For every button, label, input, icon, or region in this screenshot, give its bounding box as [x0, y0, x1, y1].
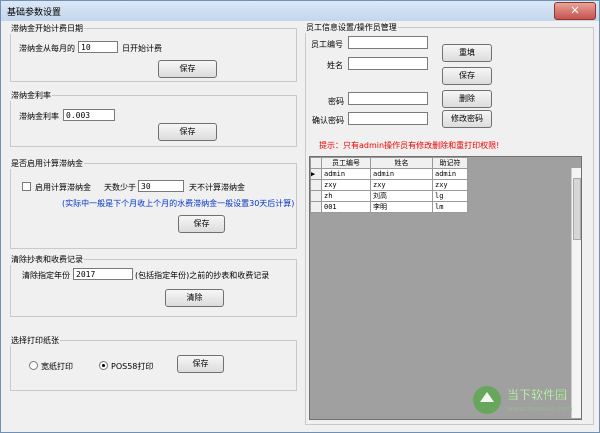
table-row[interactable]: ▶ admin admin admin [310, 168, 468, 180]
enable-checkbox[interactable] [22, 182, 31, 191]
row-indicator [310, 179, 322, 191]
cell-mnemonic[interactable]: zxy [432, 179, 468, 191]
cell-name[interactable]: 李明 [370, 201, 433, 213]
enable-checkbox-label: 启用计算滞纳金 [35, 183, 91, 192]
enable-group: 是否启用计算滞纳金 启用计算滞纳金 天数少于 30 天不计算滞纳金 (实际中一般… [10, 158, 297, 249]
column-header-name[interactable]: 姓名 [370, 157, 433, 169]
cell-mnemonic[interactable]: admin [432, 168, 468, 180]
staff-group-title: 员工信息设置/操作员管理 [305, 22, 398, 33]
watermark-logo: 当下软件园 www.downxia.com [473, 386, 572, 414]
column-header-id[interactable]: 员工编号 [321, 157, 371, 169]
staff-name-input[interactable] [348, 57, 428, 70]
clear-prefix-label: 清除指定年份 [22, 271, 70, 280]
staff-grid: 员工编号 姓名 助记符 ▶ admin admin admin zxy zxy … [310, 157, 468, 213]
staff-id-input[interactable] [348, 36, 428, 49]
row-indicator [310, 190, 322, 202]
cell-id[interactable]: admin [321, 168, 371, 180]
cell-mnemonic[interactable]: lm [432, 201, 468, 213]
enable-group-title: 是否启用计算滞纳金 [10, 158, 84, 169]
cell-mnemonic[interactable]: lg [432, 190, 468, 202]
password-input[interactable] [348, 92, 428, 105]
window-title: 基础参数设置 [7, 8, 62, 18]
pos58-label: POS58打印 [111, 362, 154, 371]
staff-name-label: 姓名 [327, 61, 343, 70]
current-row-indicator: ▶ [310, 168, 322, 180]
staff-id-label: 员工编号 [311, 40, 343, 49]
days-suffix-label: 天不计算滞纳金 [189, 183, 245, 192]
confirm-password-input[interactable] [348, 112, 428, 125]
table-row[interactable]: zh 刘高 lg [310, 190, 468, 202]
cell-id[interactable]: zxy [321, 179, 371, 191]
cell-id[interactable]: 001 [321, 201, 371, 213]
confirm-password-label: 确认密码 [312, 116, 344, 125]
password-label: 密码 [328, 97, 344, 106]
close-button[interactable]: ✕ [554, 2, 596, 20]
start-date-group: 滞纳金开始计费日期 滞纳金从每月的 10 日开始计费 保存 [10, 23, 297, 82]
refill-button[interactable]: 重填 [442, 44, 492, 62]
row-indicator [310, 201, 322, 213]
rate-group: 滞纳金利率 滞纳金利率 0.003 保存 [10, 90, 297, 147]
rate-label: 滞纳金利率 [19, 112, 59, 121]
table-row[interactable]: 001 李明 lm [310, 201, 468, 213]
days-prefix-label: 天数少于 [104, 183, 136, 192]
print-group: 选择打印纸张 宽纸打印 POS58打印 保存 [10, 335, 297, 391]
clear-group: 清除抄表和收费记录 清除指定年份 2017 (包括指定年份)之前的抄表和收费记录… [10, 254, 297, 317]
staff-table: 员工编号 姓名 助记符 ▶ admin admin admin zxy zxy … [309, 156, 582, 420]
watermark-sub-text: www.downxia.com [507, 405, 572, 413]
wide-paper-radio[interactable] [29, 361, 38, 370]
start-date-save-button[interactable]: 保存 [158, 60, 217, 78]
cell-name[interactable]: admin [370, 168, 433, 180]
title-bar[interactable]: 基础参数设置 ✕ [1, 1, 599, 21]
cell-name[interactable]: 刘高 [370, 190, 433, 202]
enable-save-button[interactable]: 保存 [178, 215, 225, 233]
print-group-title: 选择打印纸张 [10, 335, 60, 346]
row-indicator-header [310, 157, 322, 169]
rate-input[interactable]: 0.003 [63, 109, 115, 121]
scrollbar-thumb[interactable] [573, 178, 581, 240]
clear-suffix-label: (包括指定年份)之前的抄表和收费记录 [135, 271, 270, 280]
permission-tip: 提示：只有admin操作员有修改删除和重打印权限! [319, 141, 500, 150]
column-header-mnemonic[interactable]: 助记符 [432, 157, 468, 169]
pos58-radio[interactable] [99, 361, 108, 370]
table-row[interactable]: zxy zxy zxy [310, 179, 468, 191]
table-scrollbar[interactable] [571, 168, 581, 418]
print-save-button[interactable]: 保存 [177, 355, 224, 373]
cell-id[interactable]: zh [321, 190, 371, 202]
start-date-prefix-label: 滞纳金从每月的 [19, 44, 75, 53]
late-fee-note: (实际中一般是下个月收上个月的水费滞纳金一般设置30天后计算) [62, 199, 295, 208]
start-day-input[interactable]: 10 [78, 41, 118, 53]
change-password-button[interactable]: 修改密码 [442, 110, 492, 128]
clear-button[interactable]: 清除 [165, 289, 224, 307]
rate-save-button[interactable]: 保存 [158, 123, 217, 141]
rate-group-title: 滞纳金利率 [10, 90, 52, 101]
staff-save-button[interactable]: 保存 [442, 67, 492, 85]
start-date-suffix-label: 日开始计费 [122, 44, 162, 53]
days-input[interactable]: 30 [138, 180, 184, 192]
dialog-window: 基础参数设置 ✕ 滞纳金开始计费日期 滞纳金从每月的 10 日开始计费 保存 滞… [0, 0, 600, 433]
wide-paper-label: 宽纸打印 [41, 362, 73, 371]
clear-year-input[interactable]: 2017 [73, 268, 133, 280]
watermark-main-text: 当下软件园 [507, 388, 567, 402]
delete-button[interactable]: 删除 [442, 90, 492, 108]
start-date-group-title: 滞纳金开始计费日期 [10, 23, 84, 34]
cell-name[interactable]: zxy [370, 179, 433, 191]
table-header-row: 员工编号 姓名 助记符 [310, 157, 468, 169]
clear-group-title: 清除抄表和收费记录 [10, 254, 84, 265]
